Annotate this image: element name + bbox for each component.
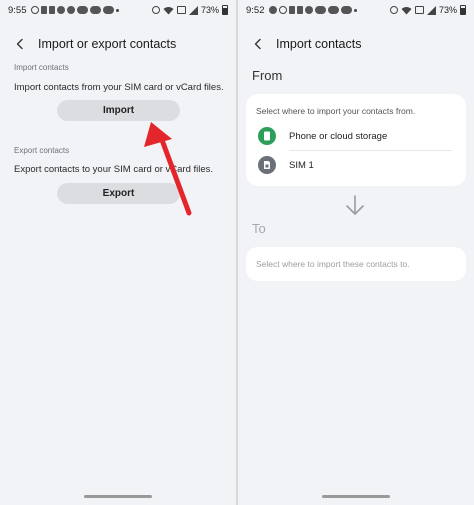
wifi-icon: [163, 6, 174, 14]
alarm-icon: [389, 6, 398, 14]
app-badge-icon: [340, 6, 352, 14]
status-bar: 9:52 73%: [238, 0, 474, 20]
pause-icon: [48, 6, 55, 14]
back-arrow-icon[interactable]: [8, 32, 32, 56]
alarm-icon: [151, 6, 160, 14]
pause-icon: [40, 6, 47, 14]
export-description: Export contacts to your SIM card or vCar…: [14, 164, 214, 175]
app-badge-icon: [102, 6, 114, 14]
battery-percent: 73%: [438, 5, 457, 15]
whatsapp-icon: [30, 6, 39, 14]
option-label: SIM 1: [289, 159, 314, 171]
battery-icon: [222, 5, 228, 15]
signal-icon: [188, 5, 198, 15]
export-section-label: Export contacts: [14, 146, 70, 155]
system-icons: 73%: [151, 5, 228, 15]
option-phone-or-cloud-storage[interactable]: Phone or cloud storage: [246, 122, 466, 150]
status-time: 9:55: [8, 4, 27, 16]
page-title: Import or export contacts: [38, 37, 177, 51]
app-badge-icon: [314, 6, 326, 14]
dot-icon: [353, 8, 357, 12]
gesture-bar[interactable]: [322, 495, 390, 498]
option-label: Phone or cloud storage: [289, 130, 388, 142]
phone-storage-icon: [258, 127, 276, 145]
to-hint: Select where to import these contacts to…: [256, 259, 410, 269]
whatsapp-icon: [278, 6, 287, 14]
import-description: Import contacts from your SIM card or vC…: [14, 82, 224, 93]
notification-icons: [268, 6, 357, 14]
app-badge-icon: [327, 6, 339, 14]
battery-icon: [460, 5, 466, 15]
app-badge-icon: [89, 6, 101, 14]
export-button[interactable]: Export: [57, 183, 180, 204]
status-bar: 9:55 73%: [0, 0, 236, 20]
wifi-icon: [401, 6, 412, 14]
signal-icon: [426, 5, 436, 15]
pause-icon: [296, 6, 303, 14]
from-label: From: [252, 68, 283, 83]
to-label: To: [252, 221, 266, 236]
app-bar: Import or export contacts: [0, 32, 236, 56]
right-screen: 9:52 73% Import contacts From Select whe…: [238, 0, 474, 505]
pause-icon: [288, 6, 295, 14]
import-section-label: Import contacts: [14, 63, 69, 72]
notification-icons: [30, 6, 119, 14]
option-sim-1[interactable]: SIM 1: [246, 151, 466, 179]
app-icon: [268, 6, 277, 14]
left-screen: 9:55 73% Import or export contacts Impor…: [0, 0, 236, 505]
from-card: Select where to import your contacts fro…: [246, 94, 466, 186]
volte-icon: [414, 6, 424, 14]
page-title: Import contacts: [276, 37, 362, 51]
status-time: 9:52: [246, 4, 265, 16]
app-bar: Import contacts: [238, 32, 474, 56]
gesture-bar[interactable]: [84, 495, 152, 498]
sim-card-icon: [258, 156, 276, 174]
twitter-icon: [56, 6, 65, 14]
dot-icon: [115, 8, 119, 12]
app-badge-icon: [76, 6, 88, 14]
system-icons: 73%: [389, 5, 466, 15]
to-card[interactable]: Select where to import these contacts to…: [246, 247, 466, 281]
battery-percent: 73%: [200, 5, 219, 15]
down-arrow-icon: [346, 195, 364, 215]
volte-icon: [176, 6, 186, 14]
back-arrow-icon[interactable]: [246, 32, 270, 56]
import-button[interactable]: Import: [57, 100, 180, 121]
twitter-icon: [304, 6, 313, 14]
from-hint: Select where to import your contacts fro…: [256, 106, 416, 116]
twitter-icon: [66, 6, 75, 14]
